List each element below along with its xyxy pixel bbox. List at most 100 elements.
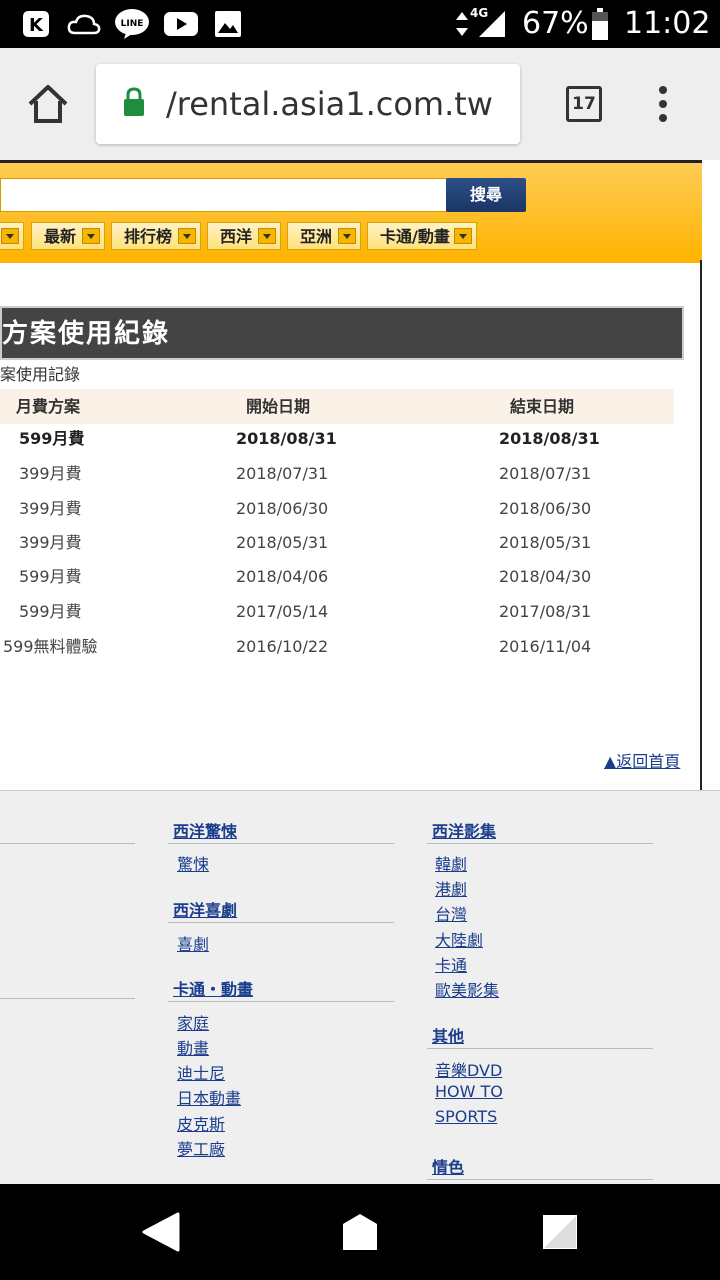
footer-divider bbox=[168, 922, 394, 923]
col-plan: 月費方案 bbox=[16, 397, 81, 416]
footer-divider bbox=[427, 1179, 653, 1180]
footer-category[interactable]: 卡通・動畫 bbox=[173, 976, 253, 1000]
footer-link[interactable]: 驚悚 bbox=[177, 851, 209, 875]
gallery-icon bbox=[214, 9, 242, 39]
cell-start: 2018/06/30 bbox=[236, 499, 329, 518]
nav-tab-latest[interactable]: 最新 bbox=[31, 222, 105, 250]
tabs-icon[interactable]: 17 bbox=[566, 86, 602, 122]
footer-category[interactable]: 情色 bbox=[432, 1154, 464, 1178]
footer-link[interactable]: 喜劇 bbox=[177, 931, 209, 955]
cell-plan: 599無料體驗 bbox=[3, 637, 98, 656]
section-header: 方案使用紀錄 bbox=[0, 306, 684, 360]
footer-link[interactable]: 動畫 bbox=[177, 1035, 209, 1059]
cloud-icon bbox=[66, 9, 102, 39]
line-icon: LINE bbox=[114, 9, 150, 39]
more-vert-icon[interactable] bbox=[652, 84, 674, 128]
footer-link[interactable]: 夢工廠 bbox=[177, 1136, 225, 1160]
search-input[interactable] bbox=[0, 178, 447, 212]
dropdown-arrow-icon bbox=[258, 228, 276, 244]
section-title: 方案使用紀錄 bbox=[2, 319, 171, 349]
cell-end: 2018/04/30 bbox=[499, 567, 592, 586]
cell-plan: 399月費 bbox=[19, 464, 82, 483]
cell-plan: 399月費 bbox=[19, 533, 82, 552]
battery-icon bbox=[590, 8, 610, 40]
k-app-icon: K bbox=[22, 9, 50, 39]
home-nav-icon[interactable] bbox=[340, 1212, 380, 1256]
nav-tab-partial[interactable] bbox=[0, 222, 24, 250]
cell-end: 2016/11/04 bbox=[499, 637, 592, 656]
footer-link[interactable]: 歐美影集 bbox=[435, 977, 499, 1001]
footer-divider bbox=[168, 1001, 394, 1002]
cell-start: 2016/10/22 bbox=[236, 637, 329, 656]
cell-end: 2018/07/31 bbox=[499, 464, 592, 483]
youtube-icon bbox=[164, 9, 198, 39]
dropdown-arrow-icon bbox=[338, 228, 356, 244]
cell-end: 2018/08/31 bbox=[499, 429, 600, 448]
cell-start: 2018/05/31 bbox=[236, 533, 329, 552]
cell-start: 2018/04/06 bbox=[236, 567, 329, 586]
footer-link[interactable]: 港劇 bbox=[435, 876, 467, 900]
cell-start: 2017/05/14 bbox=[236, 602, 329, 621]
footer-sitemap: 西洋驚悚 驚悚 西洋喜劇 喜劇 卡通・動畫 家庭 動畫 迪士尼 日本動畫 皮克斯… bbox=[0, 790, 720, 1184]
footer-link[interactable]: 日本動畫 bbox=[177, 1085, 241, 1109]
table-row: 399月費 2018/06/30 2018/06/30 bbox=[0, 492, 674, 526]
footer-link[interactable]: 卡通 bbox=[435, 952, 467, 976]
battery-percent: 67% bbox=[522, 6, 589, 41]
clock: 11:02 bbox=[624, 6, 711, 41]
footer-link[interactable]: 皮克斯 bbox=[177, 1111, 225, 1135]
cell-plan: 599月費 bbox=[19, 429, 85, 448]
search-button[interactable]: 搜尋 bbox=[446, 178, 526, 212]
cell-end: 2017/08/31 bbox=[499, 602, 592, 621]
back-icon[interactable] bbox=[140, 1212, 180, 1256]
footer-divider bbox=[427, 843, 653, 844]
footer-divider bbox=[427, 1048, 653, 1049]
table-row: 599無料體驗 2016/10/22 2016/11/04 bbox=[0, 630, 674, 664]
dropdown-arrow-icon bbox=[178, 228, 196, 244]
footer-divider bbox=[0, 843, 135, 844]
table-caption: 案使用記錄 bbox=[0, 365, 81, 384]
table-row: 599月費 2017/05/14 2017/08/31 bbox=[0, 595, 674, 629]
footer-divider bbox=[0, 998, 135, 999]
status-bar: K LINE 4G 67% 11:02 bbox=[0, 0, 720, 48]
footer-link[interactable]: 音樂DVD bbox=[435, 1057, 502, 1081]
svg-text:K: K bbox=[29, 15, 44, 36]
svg-text:LINE: LINE bbox=[121, 19, 144, 29]
lock-icon bbox=[122, 86, 146, 122]
back-to-home-link[interactable]: ▲返回首頁 bbox=[604, 748, 680, 772]
address-bar[interactable]: /rental.asia1.com.tw bbox=[96, 64, 520, 144]
footer-category[interactable]: 西洋驚悚 bbox=[173, 818, 237, 842]
footer-link[interactable]: HOW TO bbox=[435, 1082, 503, 1101]
nav-tab-cartoon[interactable]: 卡通/動畫 bbox=[367, 222, 477, 250]
footer-link[interactable]: 韓劇 bbox=[435, 851, 467, 875]
footer-category[interactable]: 西洋喜劇 bbox=[173, 897, 237, 921]
footer-category[interactable]: 西洋影集 bbox=[432, 818, 496, 842]
col-end: 結束日期 bbox=[510, 397, 575, 416]
data-arrows-icon bbox=[452, 9, 472, 39]
cell-plan: 399月費 bbox=[19, 499, 82, 518]
footer-link[interactable]: 大陸劇 bbox=[435, 927, 483, 951]
table-row: 599月費 2018/04/06 2018/04/30 bbox=[0, 560, 674, 594]
url-text[interactable]: /rental.asia1.com.tw bbox=[166, 84, 493, 124]
dropdown-arrow-icon bbox=[454, 228, 472, 244]
footer-divider bbox=[168, 843, 394, 844]
footer-link[interactable]: 台灣 bbox=[435, 901, 467, 925]
footer-link[interactable]: 迪士尼 bbox=[177, 1060, 225, 1084]
nav-tab-asia[interactable]: 亞洲 bbox=[287, 222, 361, 250]
nav-tab-ranking[interactable]: 排行榜 bbox=[111, 222, 201, 250]
nav-tab-western[interactable]: 西洋 bbox=[207, 222, 281, 250]
home-icon[interactable] bbox=[26, 82, 70, 130]
table-row: 399月費 2018/07/31 2018/07/31 bbox=[0, 457, 674, 491]
content-border bbox=[700, 260, 702, 790]
footer-link[interactable]: SPORTS bbox=[435, 1107, 497, 1126]
cell-start: 2018/07/31 bbox=[236, 464, 329, 483]
cell-plan: 599月費 bbox=[19, 567, 82, 586]
recents-icon[interactable] bbox=[542, 1214, 578, 1254]
cell-plan: 599月費 bbox=[19, 602, 82, 621]
cell-end: 2018/06/30 bbox=[499, 499, 592, 518]
dropdown-arrow-icon bbox=[82, 228, 100, 244]
cell-end: 2018/05/31 bbox=[499, 533, 592, 552]
cell-start: 2018/08/31 bbox=[236, 429, 337, 448]
footer-category[interactable]: 其他 bbox=[432, 1023, 464, 1047]
footer-link[interactable]: 家庭 bbox=[177, 1010, 209, 1034]
signal-icon bbox=[476, 9, 508, 39]
